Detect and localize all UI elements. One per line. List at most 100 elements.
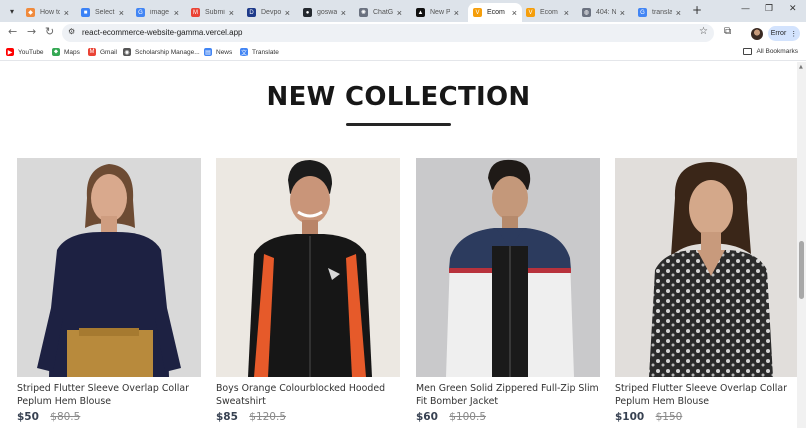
bookmark-icon: M <box>88 48 96 56</box>
bookmark-item[interactable]: ▶ YouTube <box>6 48 44 56</box>
new-price: $100 <box>615 411 645 423</box>
scroll-up-icon[interactable]: ▲ <box>799 64 803 70</box>
product-name[interactable]: Men Green Solid Zippered Full-Zip Slim F… <box>416 382 600 408</box>
product-image[interactable] <box>216 158 400 377</box>
tab-close-icon[interactable]: × <box>397 8 402 18</box>
tab-favicon-icon: ◆ <box>26 8 35 17</box>
tab-close-icon[interactable]: × <box>341 8 346 18</box>
product-image[interactable] <box>17 158 201 377</box>
back-icon[interactable]: ← <box>8 26 17 38</box>
new-price: $60 <box>416 411 438 423</box>
tab-title: ChatG <box>373 9 393 16</box>
tab-close-icon[interactable]: × <box>512 8 517 18</box>
bookmarks-bar: ▶ YouTube ⬥ Maps M Gmail ◉ Scholarship Manage..… <box>0 44 806 61</box>
tab-favicon-icon: ◍ <box>582 8 591 17</box>
bookmark-icon: ▤ <box>204 48 212 56</box>
product-prices: $60 $100.5 <box>416 411 600 423</box>
bookmark-icon: ▶ <box>6 48 14 56</box>
new-tab-button[interactable]: + <box>692 3 702 17</box>
tab[interactable]: ◆ How to × <box>21 3 74 22</box>
tab-favicon-icon: V <box>473 8 482 17</box>
product-prices: $100 $150 <box>615 411 797 423</box>
reload-icon[interactable]: ↻ <box>45 26 54 38</box>
tab[interactable]: ▲ New P × <box>411 3 464 22</box>
url-text[interactable]: react-ecommerce-website-gamma.vercel.app <box>82 28 243 37</box>
tab-title: image <box>150 9 170 16</box>
tab-close-icon[interactable]: × <box>454 8 459 18</box>
scrollbar-thumb[interactable] <box>799 241 804 299</box>
old-price: $120.5 <box>249 411 287 423</box>
product-name[interactable]: Boys Orange Colourblocked Hooded Sweatsh… <box>216 382 400 408</box>
error-button[interactable]: Error ⋮ <box>768 26 800 41</box>
product-card[interactable]: Men Green Solid Zippered Full-Zip Slim F… <box>416 158 600 423</box>
tab[interactable]: ■ Select × <box>76 3 129 22</box>
product-card[interactable]: Striped Flutter Sleeve Overlap Collar Pe… <box>17 158 201 423</box>
tab[interactable]: V Ecom × <box>521 3 574 22</box>
tab-favicon-icon: D <box>247 8 256 17</box>
error-label: Error <box>770 30 787 37</box>
tab[interactable]: ● goswa × <box>298 3 351 22</box>
tab-title: Submi <box>205 9 225 16</box>
tab[interactable]: M Submi × <box>186 3 239 22</box>
address-bar[interactable]: ⚙ react-ecommerce-website-gamma.vercel.a… <box>62 24 714 42</box>
restore-icon[interactable]: ❐ <box>765 4 773 14</box>
tab[interactable]: Gimage × <box>131 3 184 22</box>
forward-icon[interactable]: → <box>27 26 36 38</box>
tab-favicon-icon: ● <box>303 8 312 17</box>
bookmark-label: YouTube <box>18 48 44 56</box>
close-window-icon[interactable]: ✕ <box>789 4 797 14</box>
product-card[interactable]: Striped Flutter Sleeve Overlap Collar Pe… <box>615 158 797 423</box>
bookmark-label: Translate <box>252 48 279 56</box>
product-image[interactable] <box>416 158 600 377</box>
bookmark-item[interactable]: ⬥ Maps <box>52 48 80 56</box>
tab-close-icon[interactable]: × <box>676 8 681 18</box>
tab[interactable]: D Devpo × <box>242 3 295 22</box>
bookmark-label: Maps <box>64 48 80 56</box>
extensions-icon[interactable]: ⧉ <box>724 26 731 37</box>
product-card[interactable]: Boys Orange Colourblocked Hooded Sweatsh… <box>216 158 400 423</box>
minimize-icon[interactable]: — <box>741 4 750 14</box>
bookmark-label: News <box>216 48 233 56</box>
folder-icon <box>743 48 753 55</box>
browser-toolbar: ← → ↻ ⚙ react-ecommerce-website-gamma.ve… <box>0 22 806 44</box>
bookmark-item[interactable]: M Gmail <box>88 48 117 56</box>
tab[interactable]: ◍ 404: N × <box>577 3 630 22</box>
bookmark-item[interactable]: ▤ News <box>204 48 232 56</box>
bookmark-star-icon[interactable]: ☆ <box>699 26 708 37</box>
product-name[interactable]: Striped Flutter Sleeve Overlap Collar Pe… <box>17 382 201 408</box>
tab-close-icon[interactable]: × <box>564 8 569 18</box>
tab-close-icon[interactable]: × <box>119 8 124 18</box>
tab-close-icon[interactable]: × <box>174 8 179 18</box>
old-price: $100.5 <box>449 411 487 423</box>
bookmark-icon: 文 <box>240 48 248 57</box>
product-name[interactable]: Striped Flutter Sleeve Overlap Collar Pe… <box>615 382 797 408</box>
tab-title: Ecom <box>540 9 558 16</box>
tab-close-icon[interactable]: × <box>64 8 69 18</box>
tab-favicon-icon: V <box>526 8 535 17</box>
tab-close-icon[interactable]: × <box>229 8 234 18</box>
tab-favicon-icon: M <box>191 8 200 17</box>
tab-title: New P <box>430 9 450 16</box>
tab-close-icon[interactable]: × <box>285 8 290 18</box>
bookmark-icon: ◉ <box>123 48 131 56</box>
new-price: $50 <box>17 411 39 423</box>
tab-search-icon[interactable]: ▾ <box>4 3 20 19</box>
site-info-icon[interactable]: ⚙ <box>68 27 75 36</box>
profile-avatar[interactable] <box>751 28 763 40</box>
old-price: $150 <box>655 411 683 423</box>
tab-favicon-icon: ✺ <box>359 8 368 17</box>
tab[interactable]: ✺ ChatG × <box>354 3 407 22</box>
product-prices: $50 $80.5 <box>17 411 201 423</box>
tab-close-icon[interactable]: × <box>620 8 625 18</box>
tab-title: Ecom <box>487 9 505 16</box>
tab-favicon-icon: ▲ <box>416 8 425 17</box>
bookmark-item[interactable]: 文 Translate <box>240 48 279 57</box>
new-price: $85 <box>216 411 238 423</box>
all-bookmarks-button[interactable]: All Bookmarks <box>743 48 798 55</box>
tab-active[interactable]: V Ecom × <box>468 3 522 22</box>
product-image[interactable] <box>615 158 797 377</box>
old-price: $80.5 <box>50 411 81 423</box>
tab[interactable]: Gtransla × <box>633 3 686 22</box>
bookmark-item[interactable]: ◉ Scholarship Manage... <box>123 48 200 56</box>
tab-strip: ▾ ◆ How to × ■ Select × Gimage × M Submi × D Devpo × ●… <box>0 0 806 22</box>
